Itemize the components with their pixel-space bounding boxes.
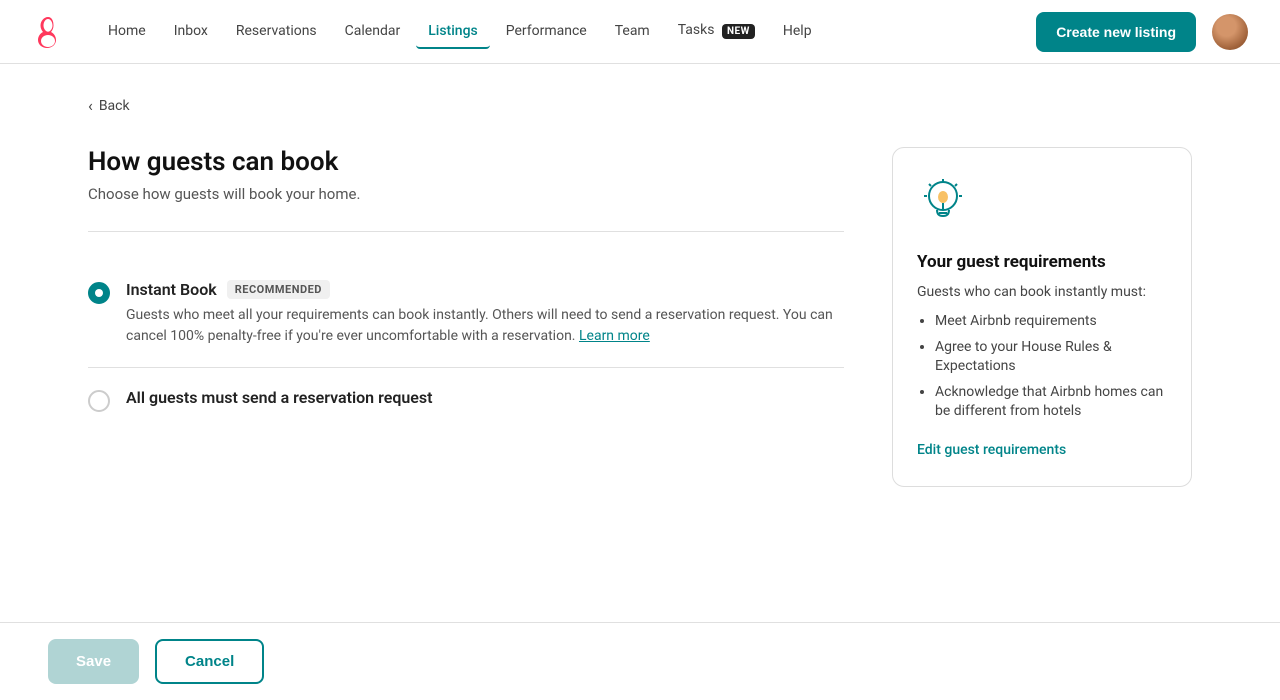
footer: Save Cancel: [0, 622, 1280, 700]
instant-book-label: Instant Book: [126, 280, 217, 299]
guest-req-card-desc: Guests who can book instantly must:: [917, 284, 1167, 300]
instant-book-content: Instant Book RECOMMENDED Guests who meet…: [126, 280, 844, 347]
reservation-request-label: All guests must send a reservation reque…: [126, 388, 433, 407]
instant-book-label-row: Instant Book RECOMMENDED: [126, 280, 844, 299]
airbnb-logo[interactable]: [32, 16, 64, 48]
reservation-request-option[interactable]: All guests must send a reservation reque…: [88, 368, 844, 433]
learn-more-link[interactable]: Learn more: [579, 328, 650, 344]
list-item: Agree to your House Rules & Expectations: [935, 338, 1167, 377]
create-listing-button[interactable]: Create new listing: [1036, 12, 1196, 52]
tasks-new-badge: NEW: [722, 24, 755, 39]
guest-requirements-card: Your guest requirements Guests who can b…: [892, 147, 1192, 487]
guest-req-list: Meet Airbnb requirements Agree to your H…: [917, 312, 1167, 422]
instant-book-description: Guests who meet all your requirements ca…: [126, 305, 844, 347]
nav-link-team[interactable]: Team: [603, 15, 662, 49]
nav-link-listings[interactable]: Listings: [416, 15, 490, 49]
nav-link-home[interactable]: Home: [96, 15, 158, 49]
avatar[interactable]: [1212, 14, 1248, 50]
cancel-button[interactable]: Cancel: [155, 639, 264, 684]
list-item: Acknowledge that Airbnb homes can be dif…: [935, 383, 1167, 422]
right-panel: Your guest requirements Guests who can b…: [892, 147, 1192, 487]
card-icon: [917, 176, 1167, 232]
back-chevron-icon: ‹: [88, 96, 93, 115]
nav-link-tasks[interactable]: Tasks NEW: [666, 14, 767, 49]
nav-link-performance[interactable]: Performance: [494, 15, 599, 49]
content-area: How guests can book Choose how guests wi…: [88, 147, 1192, 487]
nav-right: Create new listing: [1036, 12, 1248, 52]
nav-links: Home Inbox Reservations Calendar Listing…: [96, 14, 1036, 49]
guest-req-card-title: Your guest requirements: [917, 252, 1167, 272]
navbar: Home Inbox Reservations Calendar Listing…: [0, 0, 1280, 64]
page-subtitle: Choose how guests will book your home.: [88, 185, 844, 203]
edit-requirements-link[interactable]: Edit guest requirements: [917, 442, 1066, 458]
reservation-request-label-row: All guests must send a reservation reque…: [126, 388, 844, 407]
back-link[interactable]: ‹ Back: [88, 96, 130, 115]
nav-link-calendar[interactable]: Calendar: [333, 15, 413, 49]
nav-link-inbox[interactable]: Inbox: [162, 15, 220, 49]
reservation-request-radio[interactable]: [88, 390, 110, 412]
instant-book-option[interactable]: Instant Book RECOMMENDED Guests who meet…: [88, 260, 844, 368]
nav-link-help[interactable]: Help: [771, 15, 824, 49]
page-title: How guests can book: [88, 147, 844, 177]
nav-link-reservations[interactable]: Reservations: [224, 15, 329, 49]
save-button[interactable]: Save: [48, 639, 139, 684]
recommended-badge: RECOMMENDED: [227, 280, 330, 299]
list-item: Meet Airbnb requirements: [935, 312, 1167, 332]
main-content: ‹ Back How guests can book Choose how gu…: [40, 64, 1240, 519]
instant-book-radio[interactable]: [88, 282, 110, 304]
avatar-image: [1212, 14, 1248, 50]
back-label: Back: [99, 98, 130, 114]
reservation-request-content: All guests must send a reservation reque…: [126, 388, 844, 413]
left-panel: How guests can book Choose how guests wi…: [88, 147, 844, 433]
divider: [88, 231, 844, 232]
